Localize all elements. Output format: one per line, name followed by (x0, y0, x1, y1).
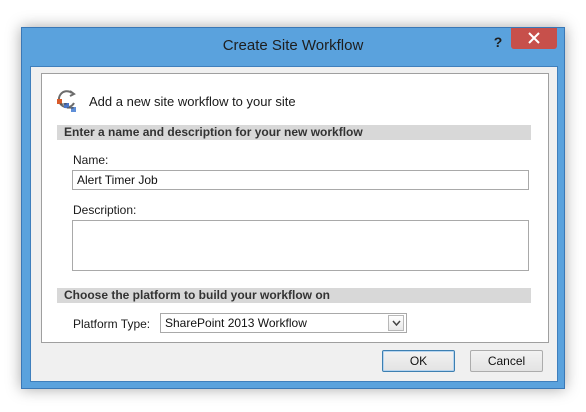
content-panel: Add a new site workflow to your site Ent… (41, 73, 549, 343)
section-platform: Choose the platform to build your workfl… (57, 288, 531, 303)
close-button[interactable] (511, 28, 557, 49)
platform-type-select[interactable]: SharePoint 2013 Workflow (160, 313, 407, 333)
section-name-description: Enter a name and description for your ne… (57, 125, 531, 140)
cancel-button[interactable]: Cancel (470, 350, 543, 372)
close-icon (528, 32, 540, 44)
help-button[interactable]: ? (489, 32, 507, 52)
workflow-icon (57, 90, 76, 112)
platform-type-value: SharePoint 2013 Workflow (165, 316, 307, 330)
window-title: Create Site Workflow (222, 37, 364, 54)
ok-button[interactable]: OK (382, 350, 455, 372)
dialog-header-text: Add a new site workflow to your site (89, 94, 296, 109)
platform-type-label: Platform Type: (73, 317, 151, 331)
name-input[interactable] (72, 170, 529, 190)
title-bar[interactable]: Create Site Workflow ? (22, 28, 564, 66)
platform-dropdown-button[interactable] (388, 315, 404, 331)
name-label: Name: (73, 153, 109, 167)
chevron-down-icon (392, 320, 401, 326)
dialog-client-area: Add a new site workflow to your site Ent… (30, 66, 558, 382)
description-label: Description: (73, 203, 137, 217)
description-input[interactable] (72, 220, 529, 271)
create-site-workflow-dialog: Create Site Workflow ? Add a new site wo… (21, 27, 565, 389)
